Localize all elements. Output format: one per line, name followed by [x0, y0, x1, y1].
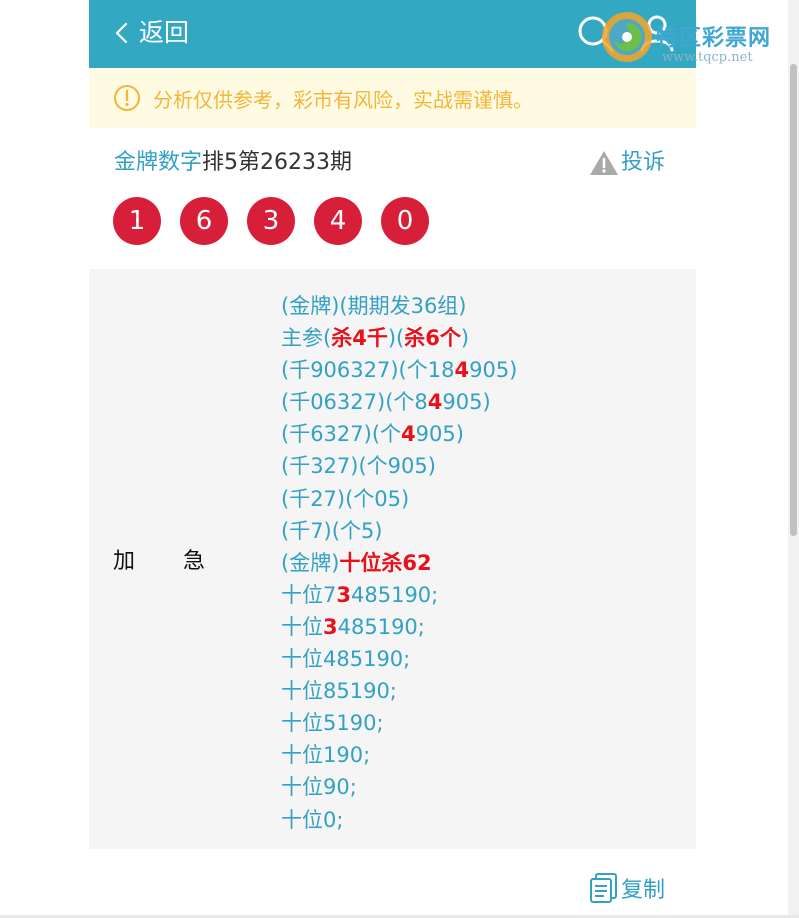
line-text: 十位485190;: [281, 647, 411, 672]
highlight-text: 4: [401, 422, 416, 447]
page-content: 返回 分析仅供参考，彩市有风险，实战需谨慎。 金牌数字排5第26233期 投诉 …: [89, 0, 696, 918]
risk-notice: 分析仅供参考，彩市有风险，实战需谨慎。: [89, 68, 696, 128]
line-text: )(: [387, 326, 405, 351]
page-title: 金牌数字排5第26233期: [114, 146, 352, 180]
line-text: 十位190;: [281, 743, 371, 768]
chevron-left-icon: [115, 22, 128, 44]
highlight-text: 4: [427, 390, 443, 415]
prediction-line: 主参(杀4千)(杀6个): [281, 322, 517, 354]
prediction-lines: (金牌)(期期发36组) 主参(杀4千)(杀6个) (千906327)(个18490…: [281, 290, 517, 836]
issue-title: 排5第26233期: [202, 150, 352, 175]
prediction-line: (千327)(个905): [281, 450, 517, 482]
draw-numbers: 1 6 3 4 0: [113, 197, 448, 245]
line-text: 十位7: [281, 582, 337, 607]
prediction-line: 十位90;: [281, 771, 517, 803]
prediction-line: (金牌)十位杀62: [281, 547, 517, 579]
report-button[interactable]: 投诉: [589, 146, 665, 180]
back-label: 返回: [139, 18, 190, 47]
highlight-text: 杀6个: [404, 326, 461, 351]
line-text: 十位5190;: [281, 711, 384, 736]
line-text: (千7)(个5): [281, 518, 383, 543]
highlight-text: 十位杀62: [339, 550, 432, 575]
line-text: ): [460, 326, 470, 351]
scrollbar[interactable]: [788, 0, 799, 918]
prediction-line: (千7)(个5): [281, 515, 517, 547]
line-text: (千906327)(个18: [281, 358, 455, 383]
prediction-panel: 加急 (金牌)(期期发36组) 主参(杀4千)(杀6个) (千906327)(个18…: [89, 269, 696, 849]
line-text: 十位: [281, 614, 323, 639]
line-text: 905): [415, 422, 464, 447]
line-text: 905): [469, 358, 518, 383]
brand-name[interactable]: 金牌数字: [114, 150, 202, 175]
number-ball: 0: [381, 197, 429, 245]
highlight-text: 4: [454, 358, 470, 383]
line-text: 十位90;: [281, 775, 357, 800]
copy-label: 复制: [621, 878, 666, 903]
number-ball: 1: [113, 197, 161, 245]
line-text: (金牌): [281, 550, 340, 575]
line-text: (千6327)(个: [281, 422, 402, 447]
warning-icon: [590, 151, 618, 175]
prediction-line: 十位485190;: [281, 643, 517, 675]
number-ball: 6: [180, 197, 228, 245]
line-text: (千06327)(个8: [281, 390, 428, 415]
scrollbar-thumb[interactable]: [790, 64, 797, 536]
line-text: 485190;: [337, 614, 425, 639]
number-ball: 3: [247, 197, 295, 245]
copy-icon: [590, 873, 617, 903]
highlight-text: 3: [336, 582, 351, 607]
line-text: (千27)(个05): [281, 486, 410, 511]
line-text: (千327)(个905): [281, 454, 436, 479]
line-text: 十位0;: [281, 807, 344, 832]
line-text: 十位85190;: [281, 679, 397, 704]
prediction-line: (千906327)(个184905): [281, 354, 517, 386]
highlight-text: 杀4千: [331, 326, 388, 351]
prediction-line: 十位85190;: [281, 675, 517, 707]
watermark-url: www.tqcp.net: [662, 50, 753, 65]
notice-text: 分析仅供参考，彩市有风险，实战需谨慎。: [153, 87, 533, 112]
label-left: 加: [113, 549, 136, 574]
prediction-line: (千06327)(个84905): [281, 386, 517, 418]
line-text: 905): [442, 390, 491, 415]
panel-label: 加急: [113, 543, 205, 575]
prediction-line: 十位190;: [281, 739, 517, 771]
prediction-line: 十位5190;: [281, 707, 517, 739]
number-ball: 4: [314, 197, 362, 245]
prediction-line: (千6327)(个4905): [281, 418, 517, 450]
prediction-line: 十位3485190;: [281, 611, 517, 643]
info-icon: [114, 85, 140, 111]
label-right: 急: [183, 549, 206, 574]
site-watermark: 特区彩票网 www.tqcp.net: [598, 8, 798, 72]
watermark-logo-icon: [602, 12, 652, 62]
report-label: 投诉: [621, 150, 666, 175]
line-text: 485190;: [351, 582, 439, 607]
highlight-text: 3: [323, 614, 338, 639]
prediction-line: (千27)(个05): [281, 483, 517, 515]
prediction-line: 十位73485190;: [281, 579, 517, 611]
prediction-line: (金牌)(期期发36组): [281, 290, 517, 322]
watermark-name: 特区彩票网: [656, 26, 772, 51]
copy-button[interactable]: 复制: [589, 872, 665, 904]
prediction-line: 十位0;: [281, 804, 517, 836]
back-button[interactable]: 返回: [111, 18, 189, 48]
line-text: 主参(: [281, 326, 332, 351]
line-text: (金牌)(期期发36组): [281, 294, 467, 318]
